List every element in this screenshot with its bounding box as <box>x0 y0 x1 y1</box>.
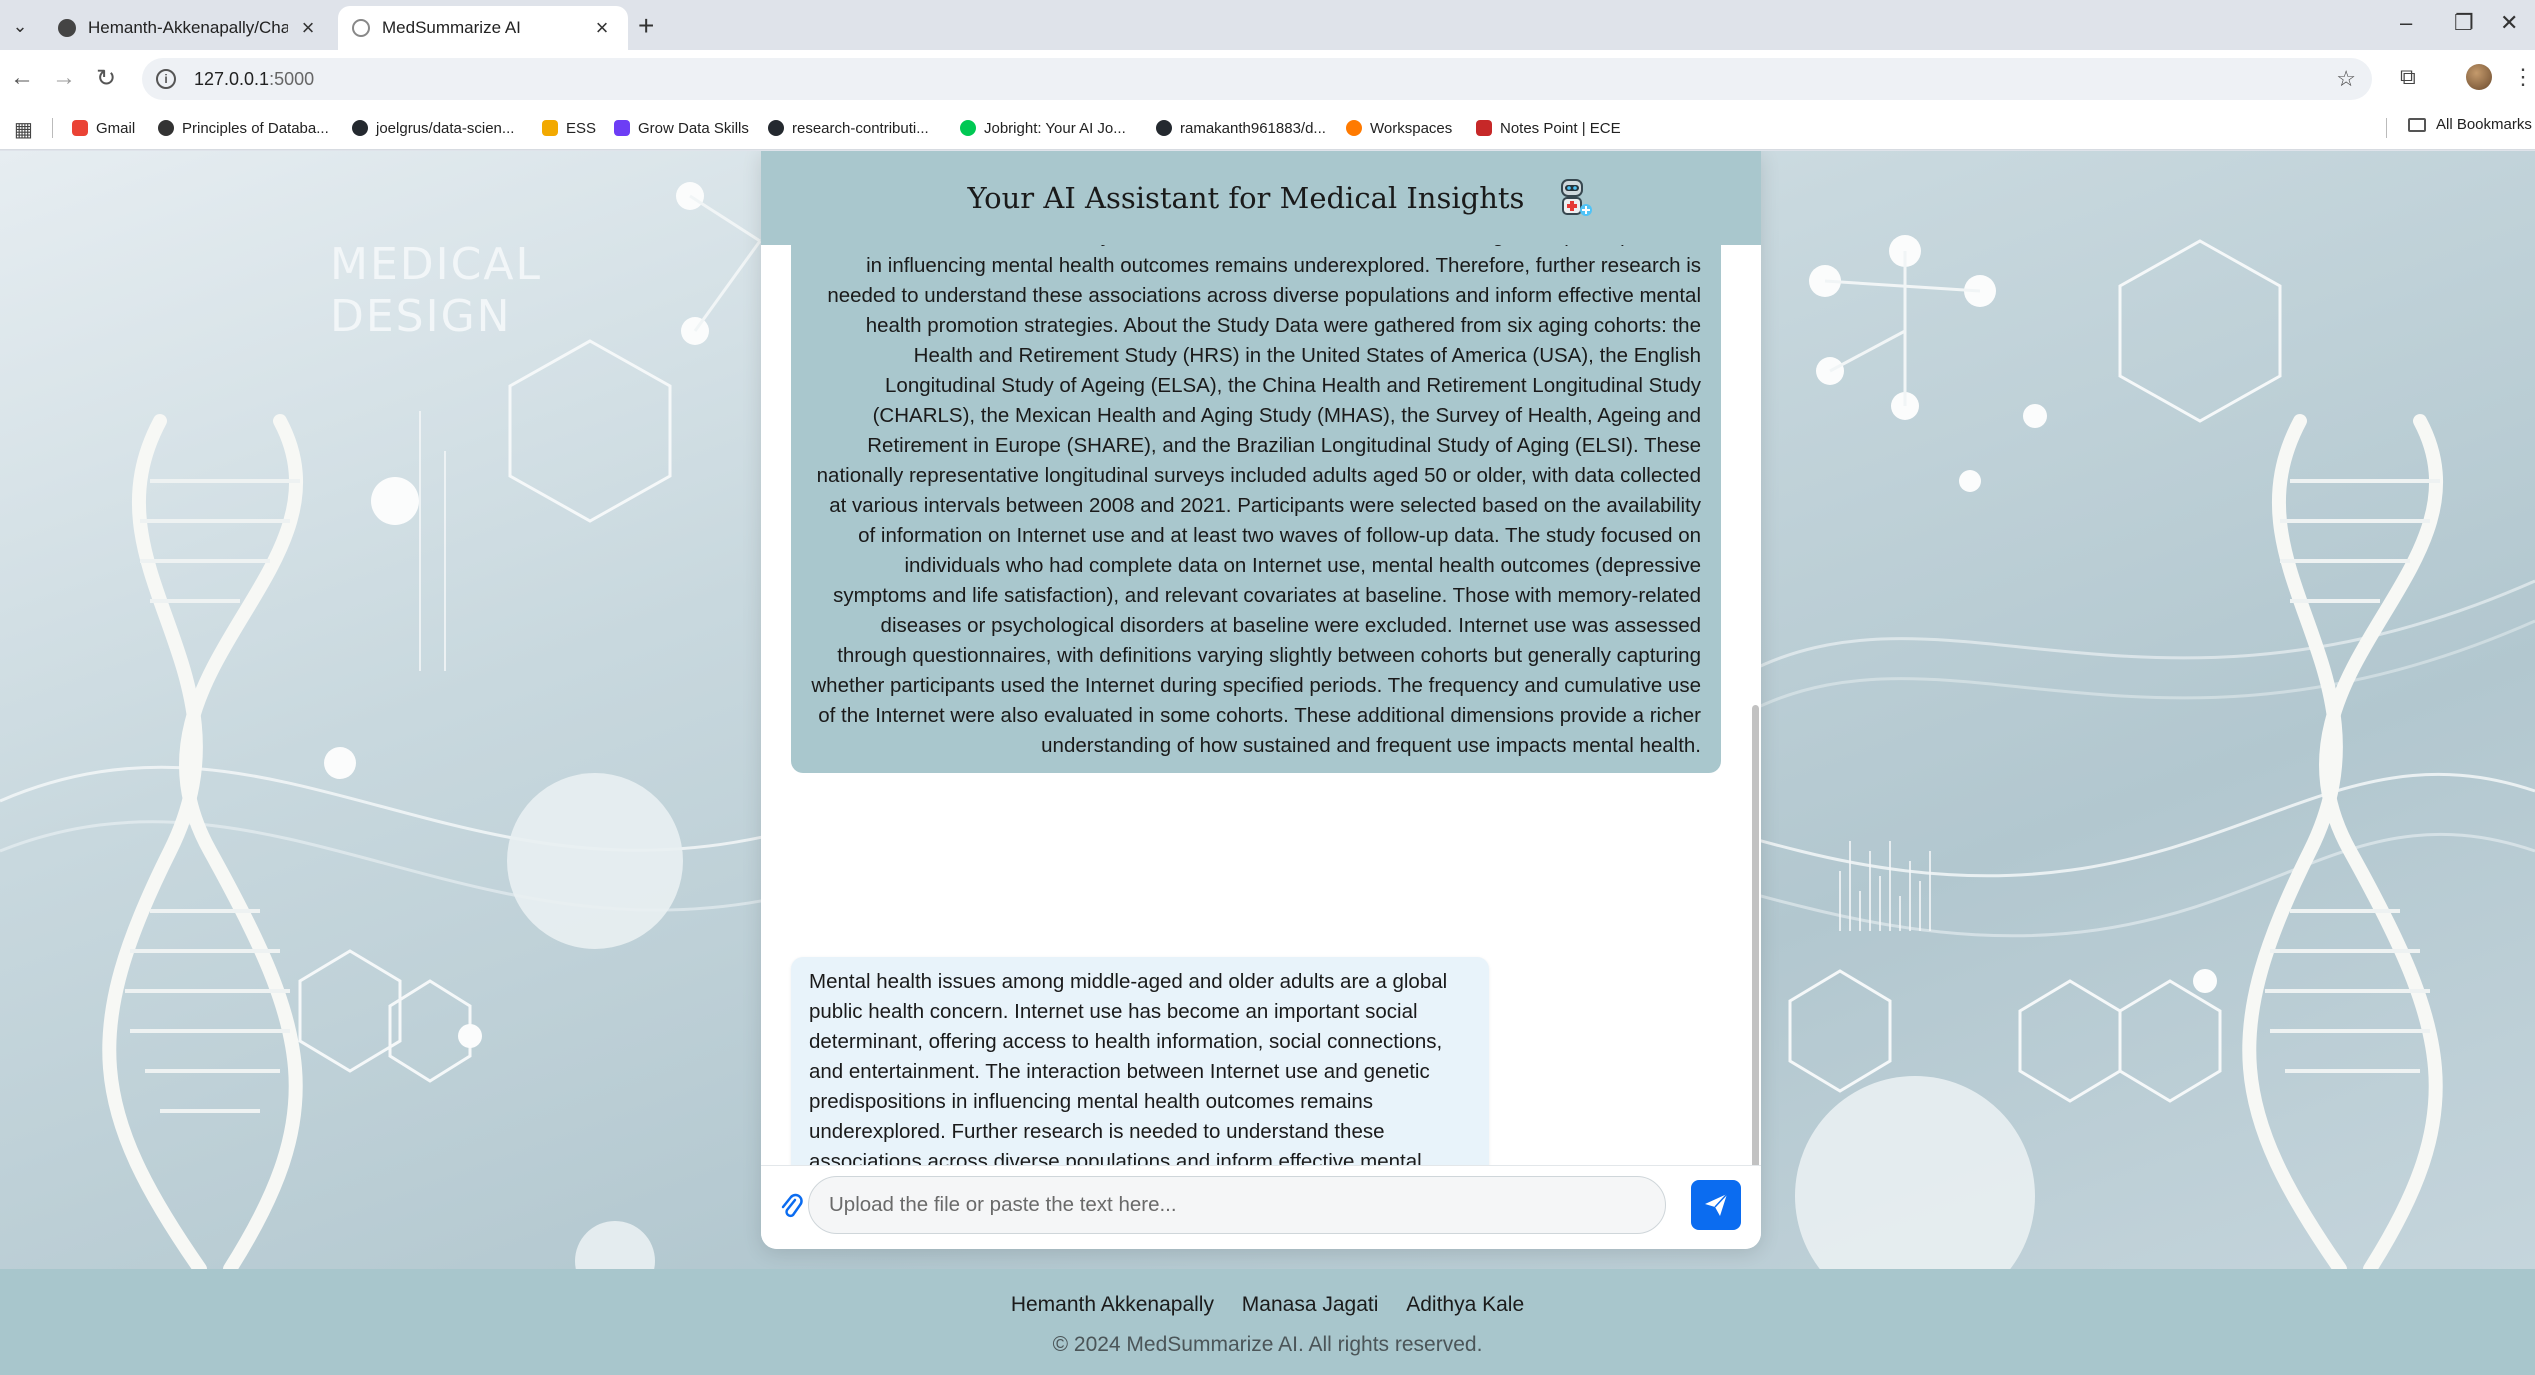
chat-header: Your AI Assistant for Medical Insights <box>761 151 1761 245</box>
new-tab-plus-icon[interactable]: + <box>638 10 654 42</box>
github-icon <box>768 120 784 136</box>
chat-scrollbar[interactable] <box>1752 705 1759 1165</box>
extensions-puzzle-icon[interactable]: ⧉ <box>2400 64 2416 90</box>
window-close-icon[interactable]: ✕ <box>2500 10 2518 36</box>
reload-icon[interactable]: ↻ <box>96 64 116 93</box>
author-link[interactable]: Hemanth Akkenapally <box>1011 1293 1214 1316</box>
url-text: 127.0.0.1:5000 <box>194 69 314 90</box>
site-info-icon[interactable]: i <box>156 69 176 89</box>
browser-tab-medsummarize[interactable]: MedSummarize AI × <box>338 6 628 50</box>
forward-arrow-icon[interactable]: → <box>52 64 76 92</box>
ess-icon <box>542 120 558 136</box>
jobright-icon <box>960 120 976 136</box>
bookmark-joelgrus[interactable]: joelgrus/data-scien... <box>352 116 514 140</box>
globe-favicon-icon <box>352 19 370 37</box>
workspaces-icon <box>1346 120 1362 136</box>
minimize-icon[interactable]: – <box>2400 10 2412 36</box>
bookmarks-divider <box>52 118 53 138</box>
folder-icon <box>2408 117 2426 132</box>
chat-panel: Your AI Assistant for Medical Insights r… <box>761 151 1761 1249</box>
restore-icon[interactable]: ❐ <box>2454 10 2474 36</box>
bookmark-notes-point[interactable]: Notes Point | ECE <box>1476 116 1621 140</box>
bookmark-principles-of-databases[interactable]: Principles of Databa... <box>158 116 329 140</box>
author-link[interactable]: Adithya Kale <box>1406 1293 1524 1316</box>
bookmark-workspaces[interactable]: Workspaces <box>1346 116 1452 140</box>
bookmark-ess[interactable]: ESS <box>542 116 596 140</box>
tab-title: MedSummarize AI <box>382 18 521 37</box>
github-icon <box>352 120 368 136</box>
profile-avatar[interactable] <box>2466 64 2492 90</box>
browser-tab-github[interactable]: Hemanth-Akkenapally/Chatbot × <box>44 6 332 50</box>
url-port: :5000 <box>269 68 315 89</box>
send-button[interactable] <box>1691 1180 1741 1230</box>
gmail-icon <box>72 120 88 136</box>
close-tab-icon[interactable]: × <box>298 15 318 41</box>
robot-doctor-icon <box>1561 179 1593 216</box>
paperclip-icon[interactable] <box>779 1192 803 1222</box>
address-bar[interactable]: i 127.0.0.1:5000 ☆ <box>142 58 2372 100</box>
footer-authors: Hemanth Akkenapally Manasa Jagati Adithy… <box>0 1293 2535 1317</box>
bookmark-gmail[interactable]: Gmail <box>72 116 135 140</box>
message-input[interactable] <box>808 1176 1666 1234</box>
bookmark-jobright[interactable]: Jobright: Your AI Jo... <box>960 116 1126 140</box>
tab-title: Hemanth-Akkenapally/Chatbot <box>88 18 288 37</box>
paper-plane-icon <box>1705 1193 1728 1216</box>
background-medical-design-text: MEDICAL DESIGN <box>330 239 542 342</box>
browser-toolbar: ← → ↻ i 127.0.0.1:5000 ☆ ⧉ ⋮ <box>0 50 2535 106</box>
bookmark-ramakanth[interactable]: ramakanth961883/d... <box>1156 116 1326 140</box>
tab-search-chevron-icon[interactable]: ⌄ <box>6 12 34 40</box>
bookmarks-bar: ▦ Gmail Principles of Databa... joelgrus… <box>0 106 2535 150</box>
bot-summary-bubble: Mental health issues among middle-aged a… <box>791 957 1489 1165</box>
user-message-bubble: research findings are mixed, and most st… <box>791 245 1721 773</box>
close-tab-icon[interactable]: × <box>592 15 612 41</box>
chat-messages-area[interactable]: research findings are mixed, and most st… <box>761 245 1761 1165</box>
browser-tab-strip: ⌄ Hemanth-Akkenapally/Chatbot × MedSumma… <box>0 0 2535 50</box>
bookmark-research-contributions[interactable]: research-contributi... <box>768 116 929 140</box>
author-link[interactable]: Manasa Jagati <box>1242 1293 1379 1316</box>
chat-header-title: Your AI Assistant for Medical Insights <box>967 181 1525 215</box>
back-arrow-icon[interactable]: ← <box>10 64 34 92</box>
url-host: 127.0.0.1 <box>194 68 270 89</box>
footer-copyright: © 2024 MedSummarize AI. All rights reser… <box>1052 1333 1483 1356</box>
browser-menu-icon[interactable]: ⋮ <box>2512 64 2534 90</box>
github-favicon-icon <box>58 19 76 37</box>
bookmark-star-icon[interactable]: ☆ <box>2336 66 2356 92</box>
message-input-bar <box>761 1165 1761 1249</box>
notes-point-icon <box>1476 120 1492 136</box>
site-icon <box>158 120 174 136</box>
bookmark-grow-data-skills[interactable]: Grow Data Skills <box>614 116 749 140</box>
github-icon <box>1156 120 1172 136</box>
bookmarks-divider <box>2386 118 2387 138</box>
apps-grid-icon[interactable]: ▦ <box>14 117 33 142</box>
grow-data-skills-icon <box>614 120 630 136</box>
all-bookmarks-button[interactable]: All Bookmarks <box>2408 116 2532 133</box>
web-page: MEDICAL DESIGN Your AI Assistant for Med… <box>0 151 2535 1375</box>
page-footer: Hemanth Akkenapally Manasa Jagati Adithy… <box>0 1269 2535 1375</box>
